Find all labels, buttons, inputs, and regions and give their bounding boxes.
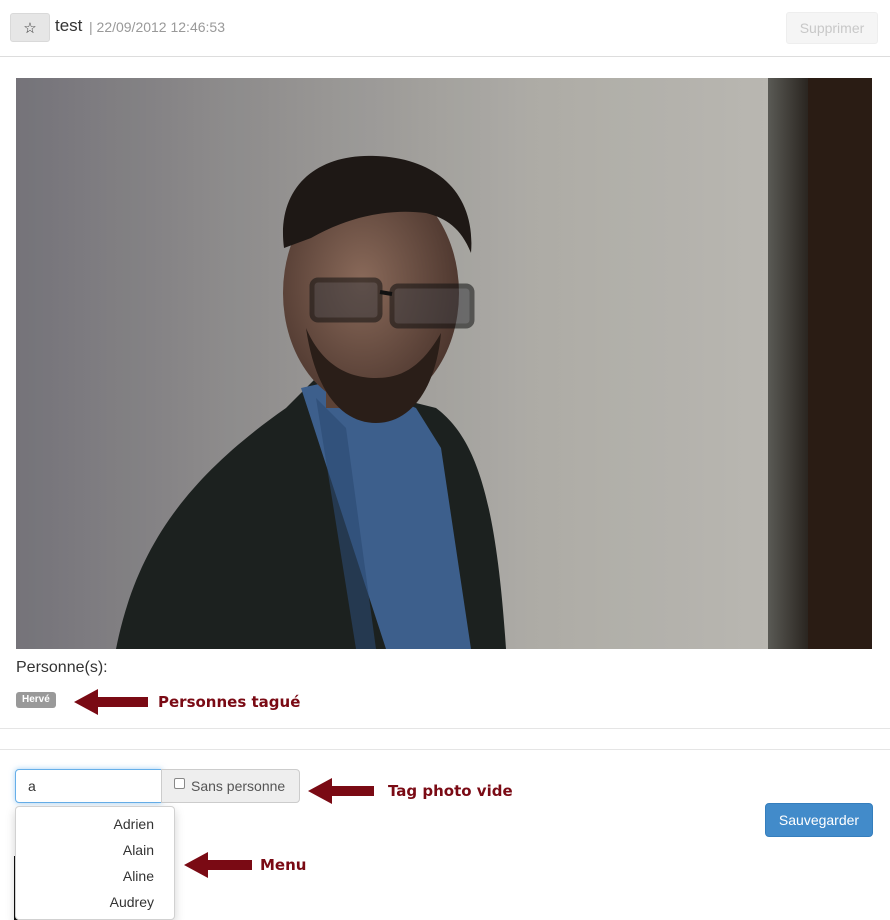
annotation-empty-tag-text: Tag photo vide [388, 782, 513, 800]
person-tag[interactable]: Hervé [16, 692, 56, 708]
annotation-menu: Menu [182, 850, 306, 880]
menu-item[interactable]: Audrey [16, 889, 174, 915]
menu-item[interactable]: Alain [16, 837, 174, 863]
persons-label: Personne(s): [16, 659, 108, 676]
menu-item[interactable]: Aline [16, 863, 174, 889]
tag-search-input[interactable] [15, 769, 162, 803]
divider [0, 728, 890, 729]
no-person-option[interactable]: Sans personne [161, 769, 300, 803]
annotation-tagged: Personnes tagué [72, 687, 300, 717]
favorite-button[interactable]: ☆ [10, 13, 50, 42]
save-button[interactable]: Sauvegarder [765, 803, 873, 837]
header-bar: ☆ test | 22/09/2012 12:46:53 Supprimer [0, 0, 890, 57]
annotation-empty-tag: Tag photo vide [306, 776, 513, 806]
arrow-left-icon [184, 852, 252, 878]
autocomplete-menu: Adrien Alain Aline Audrey [15, 806, 175, 920]
photo-title: test [55, 16, 83, 35]
photo-image [16, 78, 872, 649]
arrow-left-icon [308, 778, 374, 804]
photo-date: | 22/09/2012 12:46:53 [89, 19, 225, 35]
menu-item[interactable]: Adrien [16, 811, 174, 837]
no-person-label: Sans personne [191, 778, 286, 794]
annotation-tagged-text: Personnes tagué [158, 693, 301, 711]
divider [0, 749, 890, 750]
no-person-checkbox[interactable] [174, 777, 185, 789]
arrow-left-icon [74, 689, 148, 715]
delete-button[interactable]: Supprimer [786, 12, 878, 44]
annotation-menu-text: Menu [260, 856, 307, 874]
star-icon: ☆ [23, 19, 37, 37]
